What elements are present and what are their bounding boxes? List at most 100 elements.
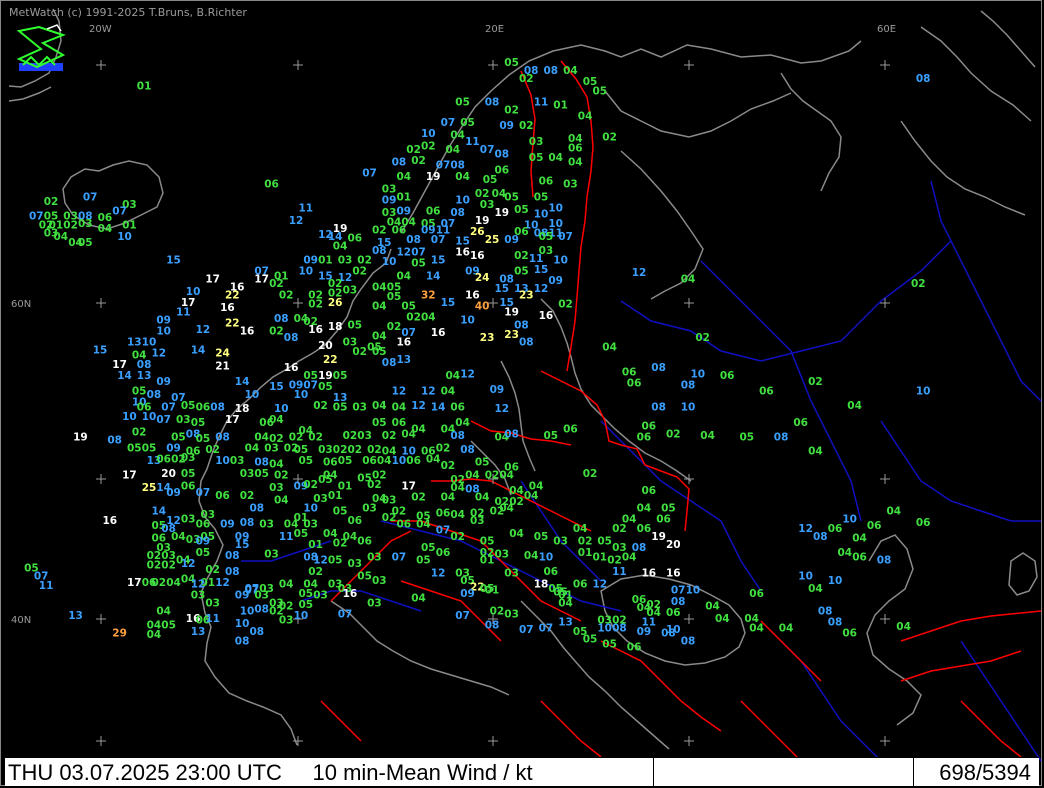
wind-observation[interactable]: 07 xyxy=(83,191,98,203)
wind-observation[interactable]: 18 xyxy=(328,321,343,333)
wind-observation[interactable]: 10 xyxy=(460,315,475,327)
wind-observation[interactable]: 05 xyxy=(411,258,426,270)
wind-observation[interactable]: 06 xyxy=(156,454,171,466)
wind-observation[interactable]: 04 xyxy=(622,552,637,564)
wind-observation[interactable]: 02 xyxy=(514,250,529,262)
wind-observation[interactable]: 26 xyxy=(470,226,485,238)
wind-observation[interactable]: 08 xyxy=(813,531,828,543)
wind-observation[interactable]: 06 xyxy=(637,432,652,444)
wind-observation[interactable]: 10 xyxy=(156,326,171,338)
wind-observation[interactable]: 10 xyxy=(681,401,696,413)
wind-observation[interactable]: 05 xyxy=(421,542,436,554)
wind-observation[interactable]: 02 xyxy=(695,332,710,344)
wind-observation[interactable]: 22 xyxy=(323,354,338,366)
wind-observation[interactable]: 04 xyxy=(578,111,593,123)
wind-observation[interactable]: 03 xyxy=(181,452,196,464)
wind-observation[interactable]: 02 xyxy=(44,196,59,208)
wind-observation[interactable]: 04 xyxy=(499,503,514,515)
wind-observation[interactable]: 02 xyxy=(558,299,573,311)
wind-observation[interactable]: 02 xyxy=(308,299,323,311)
wind-observation[interactable]: 06 xyxy=(450,401,465,413)
wind-observation[interactable]: 22 xyxy=(225,318,240,330)
wind-observation[interactable]: 12 xyxy=(289,215,304,227)
wind-observation[interactable]: 02 xyxy=(441,460,456,472)
wind-observation[interactable]: 03 xyxy=(367,552,382,564)
wind-observation[interactable]: 07 xyxy=(436,525,451,537)
wind-observation[interactable]: 10 xyxy=(298,266,313,278)
wind-observation[interactable]: 10 xyxy=(215,455,230,467)
wind-observation[interactable]: 03 xyxy=(494,548,509,560)
wind-observation[interactable]: 20 xyxy=(161,468,176,480)
wind-observation[interactable]: 01 xyxy=(480,555,495,567)
wind-observation[interactable]: 06 xyxy=(357,536,372,548)
wind-observation[interactable]: 05 xyxy=(347,319,362,331)
wind-observation[interactable]: 05 xyxy=(529,152,544,164)
wind-observation[interactable]: 08 xyxy=(254,604,269,616)
wind-observation[interactable]: 10 xyxy=(798,571,813,583)
wind-observation[interactable]: 03 xyxy=(181,514,196,526)
wind-observation[interactable]: 17 xyxy=(205,274,220,286)
wind-observation[interactable]: 24 xyxy=(215,348,230,360)
wind-observation[interactable]: 05 xyxy=(583,634,598,646)
wind-observation[interactable]: 05 xyxy=(333,401,348,413)
wind-observation[interactable]: 02 xyxy=(387,321,402,333)
wind-observation[interactable]: 08 xyxy=(147,389,162,401)
wind-observation[interactable]: 06 xyxy=(828,523,843,535)
wind-observation[interactable]: 08 xyxy=(274,313,289,325)
wind-observation[interactable]: 08 xyxy=(406,234,421,246)
wind-observation[interactable]: 07 xyxy=(362,168,377,180)
wind-observation[interactable]: 08 xyxy=(612,623,627,635)
wind-observation[interactable]: 12 xyxy=(396,247,411,259)
wind-observation[interactable]: 20 xyxy=(318,340,333,352)
wind-observation[interactable]: 04 xyxy=(524,490,539,502)
wind-observation[interactable]: 05 xyxy=(460,117,475,129)
wind-observation[interactable]: 05 xyxy=(504,191,519,203)
wind-observation[interactable]: 03 xyxy=(279,615,294,627)
wind-observation[interactable]: 09 xyxy=(382,195,397,207)
wind-observation[interactable]: 08 xyxy=(774,432,789,444)
wind-observation[interactable]: 12 xyxy=(592,578,607,590)
wind-observation[interactable]: 10 xyxy=(245,389,260,401)
wind-observation[interactable]: 02 xyxy=(382,512,397,524)
wind-observation[interactable]: 17 xyxy=(225,414,240,426)
wind-observation[interactable]: 14 xyxy=(151,506,166,518)
wind-observation[interactable]: 02 xyxy=(308,432,323,444)
wind-observation[interactable]: 02 xyxy=(132,427,147,439)
wind-observation[interactable]: 16 xyxy=(470,250,485,262)
wind-observation[interactable]: 06 xyxy=(563,424,578,436)
wind-observation[interactable]: 06 xyxy=(656,514,671,526)
wind-observation[interactable]: 04 xyxy=(441,386,456,398)
wind-observation[interactable]: 06 xyxy=(720,370,735,382)
wind-observation[interactable]: 02 xyxy=(303,479,318,491)
wind-observation[interactable]: 17 xyxy=(127,577,142,589)
wind-observation[interactable]: 05 xyxy=(455,97,470,109)
wind-observation[interactable]: 08 xyxy=(210,401,225,413)
wind-observation[interactable]: 26 xyxy=(328,297,343,309)
wind-observation[interactable]: 08 xyxy=(485,620,500,632)
wind-observation[interactable]: 04 xyxy=(847,400,862,412)
wind-observation[interactable]: 03 xyxy=(230,455,245,467)
wind-observation[interactable]: 02 xyxy=(519,120,534,132)
wind-observation[interactable]: 04 xyxy=(779,623,794,635)
wind-observation[interactable]: 03 xyxy=(176,414,191,426)
wind-observation[interactable]: 04 xyxy=(808,583,823,595)
wind-observation[interactable]: 11 xyxy=(176,307,191,319)
wind-observation[interactable]: 09 xyxy=(220,518,235,530)
wind-observation[interactable]: 06 xyxy=(436,507,451,519)
wind-observation[interactable]: 06 xyxy=(666,607,681,619)
wind-observation[interactable]: 05 xyxy=(318,474,333,486)
wind-observation[interactable]: 04 xyxy=(421,311,436,323)
wind-observation[interactable]: 02 xyxy=(421,141,436,153)
wind-observation[interactable]: 18 xyxy=(534,578,549,590)
wind-observation[interactable]: 15 xyxy=(93,345,108,357)
wind-observation[interactable]: 16 xyxy=(220,302,235,314)
wind-observation[interactable]: 06 xyxy=(396,518,411,530)
wind-observation[interactable]: 23 xyxy=(504,329,519,341)
wind-observation[interactable]: 02 xyxy=(352,266,367,278)
wind-observation[interactable]: 01 xyxy=(396,191,411,203)
wind-observation[interactable]: 08 xyxy=(651,401,666,413)
wind-observation[interactable]: 05 xyxy=(357,571,372,583)
wind-observation[interactable]: 09 xyxy=(499,120,514,132)
wind-observation[interactable]: 06 xyxy=(852,552,867,564)
wind-observation[interactable]: 08 xyxy=(543,65,558,77)
